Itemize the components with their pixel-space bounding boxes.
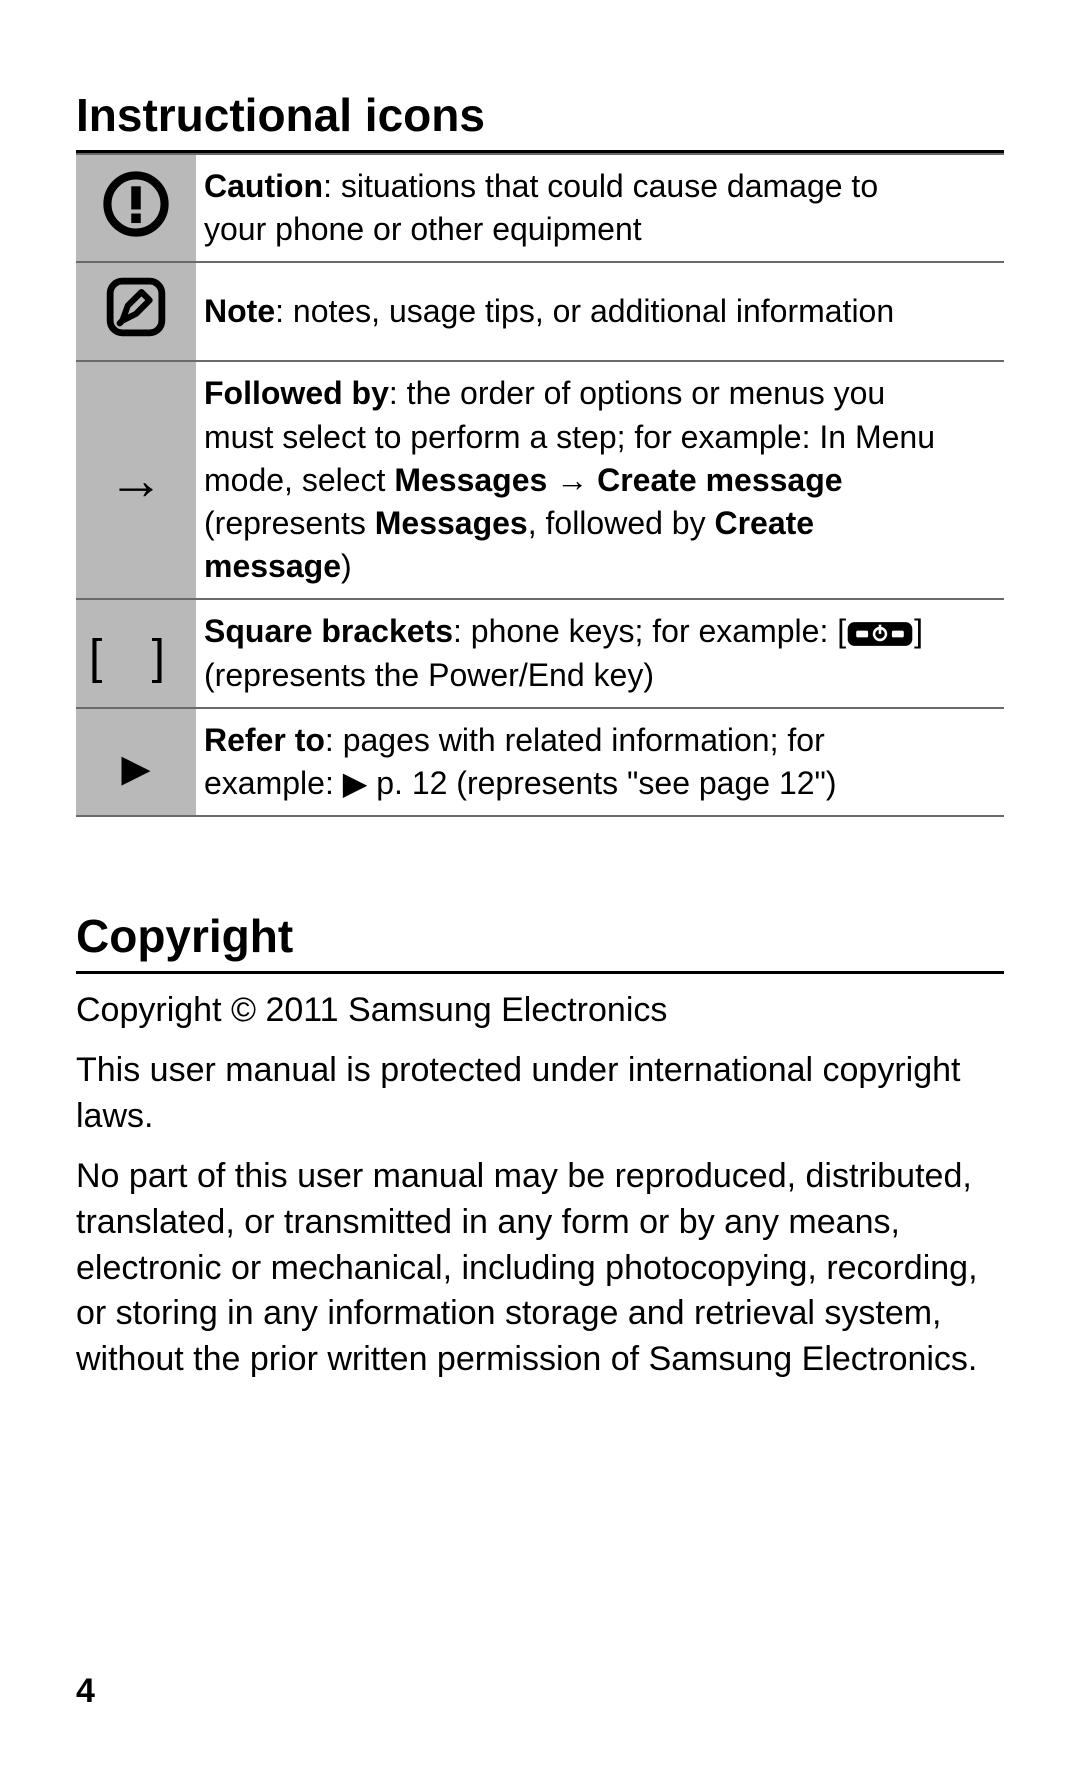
square-brackets-label: Square brackets [204, 613, 453, 649]
note-icon [76, 262, 196, 361]
followed-by-label: Followed by [204, 375, 389, 411]
table-row: Note: notes, usage tips, or additional i… [76, 262, 1004, 361]
page-number: 4 [76, 1672, 95, 1711]
copyright-heading: Copyright [76, 909, 1004, 974]
power-end-key-icon [846, 617, 914, 651]
refer-to-description: Refer to: pages with related information… [196, 708, 1004, 816]
instructional-icons-heading: Instructional icons [76, 88, 1004, 153]
caution-label: Caution [204, 168, 323, 204]
table-row: Caution: situations that could cause dam… [76, 154, 1004, 262]
note-text: : notes, usage tips, or additional infor… [275, 293, 894, 329]
table-row: ▶ Refer to: pages with related informati… [76, 708, 1004, 816]
square-brackets-icon: [ ] [76, 599, 196, 707]
table-row: → Followed by: the order of options or m… [76, 361, 1004, 599]
note-label: Note [204, 293, 275, 329]
copyright-line-2: This user manual is protected under inte… [76, 1048, 1004, 1140]
copyright-section: Copyright Copyright © 2011 Samsung Elect… [76, 909, 1004, 1383]
caution-icon [76, 154, 196, 262]
arrow-right-icon: → [76, 361, 196, 599]
square-brackets-description: Square brackets: phone keys; for example… [196, 599, 1004, 707]
refer-to-label: Refer to [204, 722, 325, 758]
copyright-line-3: No part of this user manual may be repro… [76, 1154, 1004, 1383]
copyright-line-1: Copyright © 2011 Samsung Electronics [76, 988, 1004, 1034]
note-description: Note: notes, usage tips, or additional i… [196, 262, 1004, 361]
followed-by-description: Followed by: the order of options or men… [196, 361, 1004, 599]
manual-page: Instructional icons Caution: situations … [0, 0, 1080, 1771]
caution-description: Caution: situations that could cause dam… [196, 154, 1004, 262]
table-row: [ ] Square brackets: phone keys; for exa… [76, 599, 1004, 707]
icons-table: Caution: situations that could cause dam… [76, 153, 1004, 817]
refer-to-icon: ▶ [76, 708, 196, 816]
